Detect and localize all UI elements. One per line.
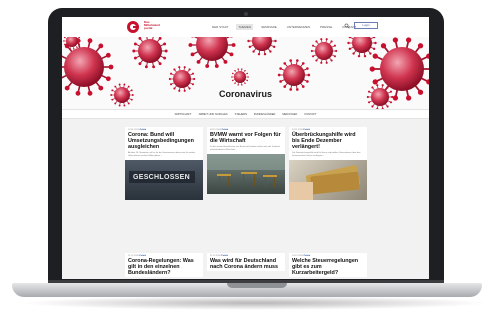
article-headline[interactable]: Was wird für Deutschland nach Corona änd… bbox=[207, 257, 285, 271]
article-teaser: Ab dem 20. November soll es für die Gast… bbox=[128, 152, 196, 157]
virus-particle bbox=[231, 68, 249, 86]
topic-subnav: Wirtschaft Arbeit und Soziales Steuern B… bbox=[62, 109, 429, 119]
article-card[interactable]: 11.12.2020 Politik Was wird für Deutschl… bbox=[207, 253, 285, 271]
virus-particle bbox=[62, 38, 114, 96]
laptop-notch bbox=[227, 283, 287, 288]
article-headline[interactable]: Corona: Bund will Umsetzungsbedingungen … bbox=[125, 131, 203, 151]
subnav-item-bundeslaender[interactable]: Bundesländer bbox=[254, 113, 275, 116]
article-tag[interactable]: Politik bbox=[304, 255, 311, 257]
article-teaser: Zu den neuen Beschlüssen von Bund und Lä… bbox=[210, 146, 280, 151]
subnav-item-steuern[interactable]: Steuern bbox=[235, 113, 247, 116]
subnav-item-arbeit[interactable]: Arbeit und Soziales bbox=[199, 113, 228, 116]
article-tag[interactable]: Politik bbox=[222, 129, 229, 131]
article-card[interactable]: 10.12.2020 Politik Welche Steuerregelung… bbox=[289, 253, 367, 277]
virus-particle bbox=[347, 37, 377, 58]
article-tag[interactable]: Politik bbox=[303, 129, 310, 131]
cafe-chairs-illustration bbox=[207, 154, 285, 188]
banknotes-illustration bbox=[289, 165, 361, 201]
subnav-item-mediathek[interactable]: Mediathek bbox=[282, 113, 297, 116]
article-card[interactable]: 08.12.2020 Politik BVMW warnt vor Folgen… bbox=[207, 127, 285, 195]
article-card[interactable]: 12.01.2021 Politik Corona: Bund will Ums… bbox=[125, 127, 203, 201]
closed-sign-text: GESCHLOSSEN bbox=[133, 174, 190, 182]
nav-item-presse[interactable]: Presse bbox=[318, 24, 334, 30]
virus-particle bbox=[277, 59, 311, 91]
subnav-item-wirtschaft[interactable]: Wirtschaft bbox=[175, 113, 192, 116]
subnav-item-kontakt[interactable]: Kontakt bbox=[304, 113, 316, 116]
virus-particle bbox=[188, 37, 236, 68]
main-nav: Der Staat Themen Seminare Unternehmen Pr… bbox=[210, 24, 358, 30]
webcam bbox=[244, 12, 248, 16]
logo-wordmark: Das Mittelstand portal bbox=[144, 20, 160, 31]
article-headline[interactable]: BVMW warnt vor Folgen für die Wirtschaft bbox=[207, 131, 285, 145]
article-date: 10.12.2020 bbox=[292, 255, 303, 257]
article-date: 23.11.2020 bbox=[292, 129, 303, 131]
page-title: Coronavirus bbox=[218, 89, 272, 99]
article-image-closed-sign[interactable]: GESCHLOSSEN bbox=[125, 160, 203, 201]
article-tag[interactable]: Politik bbox=[139, 255, 146, 257]
login-button[interactable]: Login bbox=[354, 22, 378, 29]
article-headline[interactable]: Überbrückungshilfe wird bis Ende Dezembe… bbox=[289, 131, 367, 151]
article-tag[interactable]: Politik bbox=[221, 255, 228, 257]
nav-item-seminare[interactable]: Seminare bbox=[259, 24, 279, 30]
laptop-screen: Das Mittelstand portal Der Staat Themen … bbox=[62, 17, 429, 279]
laptop-shadow bbox=[20, 296, 490, 310]
hero-banner: Coronavirus bbox=[62, 37, 429, 109]
site-header: Das Mittelstand portal Der Staat Themen … bbox=[62, 17, 429, 37]
virus-particle bbox=[247, 37, 277, 56]
article-date: 11.12.2020 bbox=[210, 255, 221, 257]
article-image-banknotes[interactable] bbox=[289, 160, 367, 201]
nav-item-themen[interactable]: Themen bbox=[236, 24, 254, 30]
search-icon[interactable] bbox=[344, 23, 350, 29]
site-logo[interactable] bbox=[126, 20, 142, 34]
article-teaser: Die Überbrückungshilfe wird für kleine u… bbox=[292, 152, 361, 157]
article-headline[interactable]: Corona-Regelungen: Was gilt in den einze… bbox=[125, 257, 203, 277]
article-date: 08.12.2020 bbox=[210, 129, 221, 131]
article-tag[interactable]: Politik bbox=[140, 129, 147, 131]
logo-line: portal bbox=[144, 26, 153, 31]
nav-item-der-staat[interactable]: Der Staat bbox=[210, 24, 230, 30]
article-card[interactable]: 23.11.2020 Politik Überbrückungshilfe wi… bbox=[289, 127, 367, 201]
virus-particle bbox=[132, 37, 168, 69]
article-card[interactable]: 11.12.2020 Politik Corona-Regelungen: Wa… bbox=[125, 253, 203, 277]
virus-particle bbox=[310, 38, 338, 64]
nav-item-unternehmen[interactable]: Unternehmen bbox=[285, 24, 312, 30]
article-image-empty-cafe[interactable] bbox=[207, 154, 285, 195]
article-date: 12.01.2021 bbox=[128, 129, 139, 131]
article-headline[interactable]: Welche Steuerregelungen gibt es zum Kurz… bbox=[289, 257, 367, 277]
article-date: 11.12.2020 bbox=[128, 255, 139, 257]
laptop-base bbox=[12, 283, 482, 297]
